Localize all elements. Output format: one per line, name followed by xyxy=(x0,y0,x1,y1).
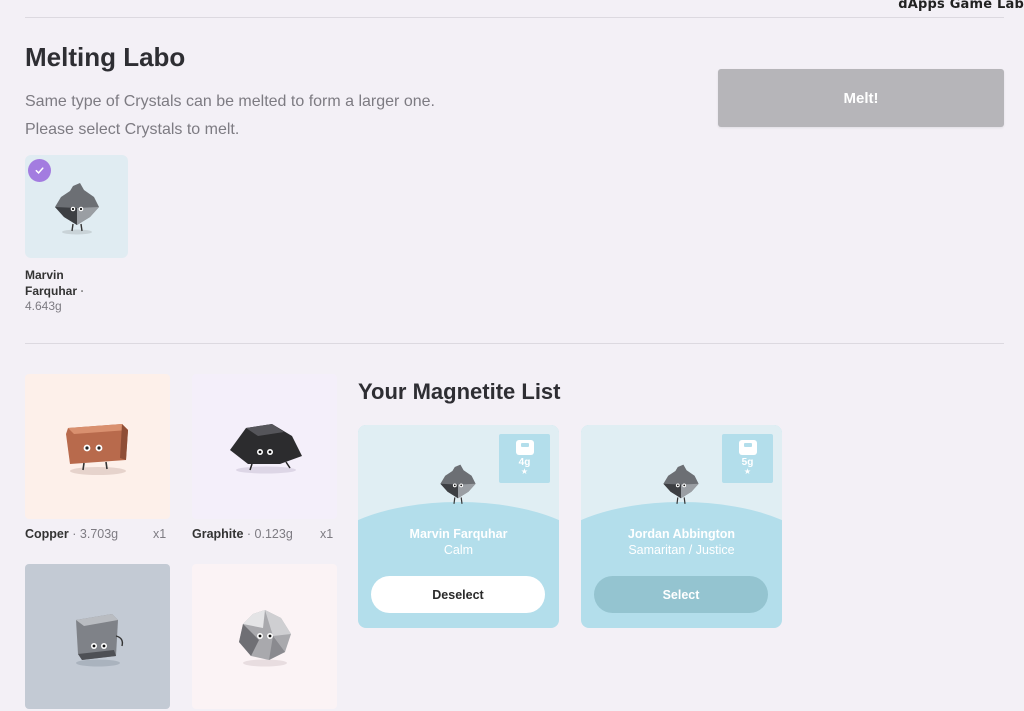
card-name: Jordan Abbington xyxy=(627,527,736,541)
selected-crystal-tile[interactable] xyxy=(25,155,128,258)
crystal-qty-graphite: x1 xyxy=(320,527,334,541)
section-divider xyxy=(25,343,1004,344)
quartz-creature-icon xyxy=(238,609,291,666)
card-trait: Calm xyxy=(443,543,474,557)
scale-icon xyxy=(738,440,757,455)
check-icon xyxy=(28,159,51,182)
deselect-button[interactable]: Deselect xyxy=(371,576,545,613)
magnetite-creature-icon xyxy=(663,464,699,504)
description-line-1: Same type of Crystals can be melted to f… xyxy=(25,93,435,110)
card-trait: Samaritan / Justice xyxy=(628,543,735,557)
top-divider xyxy=(25,17,1004,18)
crystal-tile-silver[interactable] xyxy=(25,564,170,709)
magnetite-creature-icon xyxy=(440,464,476,504)
description-line-2: Please select Crystals to melt. xyxy=(25,121,240,138)
magnetite-creature-icon xyxy=(55,183,99,235)
selected-crystal-name: Marvin Farquhar · xyxy=(25,268,85,298)
scale-icon xyxy=(515,440,534,455)
selected-crystal-weight: 4.643g xyxy=(25,299,62,313)
weight-badge: 5g ★ xyxy=(722,434,773,483)
watermark: dApps Game Lab xyxy=(898,0,1024,12)
copper-creature-icon xyxy=(65,423,128,475)
silver-creature-icon xyxy=(75,613,123,666)
weight-badge: 4g ★ xyxy=(499,434,550,483)
crystal-tile-graphite[interactable] xyxy=(192,374,337,519)
graphite-creature-icon xyxy=(229,423,302,473)
magnetite-card: 5g ★ Jordan Abbington Samaritan / Justic… xyxy=(581,425,782,628)
crystal-tile-copper[interactable] xyxy=(25,374,170,519)
crystal-qty-copper: x1 xyxy=(153,527,167,541)
select-button[interactable]: Select xyxy=(594,576,768,613)
magnetite-card: 4g ★ Marvin Farquhar Calm Deselect xyxy=(358,425,559,628)
page-title: Melting Labo xyxy=(25,42,186,72)
crystal-label-graphite: Graphite · 0.123g xyxy=(192,527,293,541)
melt-button[interactable]: Melt! xyxy=(718,69,1004,127)
crystal-label-copper: Copper · 3.703g xyxy=(25,527,119,541)
crystal-tile-quartz[interactable] xyxy=(192,564,337,709)
magnetite-list-title: Your Magnetite List xyxy=(358,379,561,404)
card-name: Marvin Farquhar xyxy=(409,527,508,541)
